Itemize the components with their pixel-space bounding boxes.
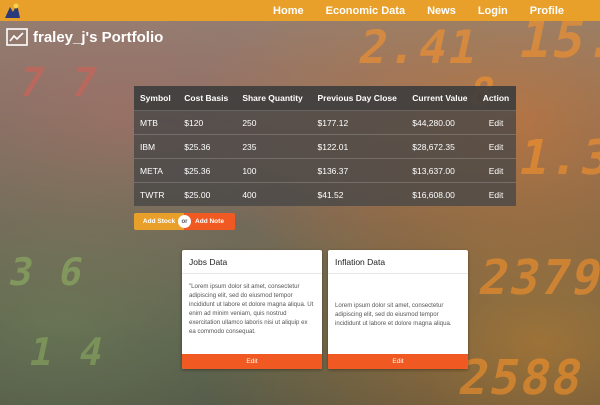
cell-previous-close: $41.52 xyxy=(311,182,407,206)
nav-home[interactable]: Home xyxy=(262,5,315,17)
table-row: TWTR $25.00 400 $41.52 $16,608.00 Edit xyxy=(134,182,516,206)
col-current-value: Current Value xyxy=(406,86,477,111)
cell-symbol: META xyxy=(134,158,179,183)
edit-link[interactable]: Edit xyxy=(476,134,516,159)
jobs-data-card: Jobs Data "Lorem ipsum dolor sit amet, c… xyxy=(182,250,322,369)
cell-previous-close: $122.01 xyxy=(311,134,407,159)
add-note-button[interactable]: Add Note xyxy=(184,213,235,230)
cell-current-value: $13,637.00 xyxy=(406,158,477,183)
inflation-data-card: Inflation Data Lorem ipsum dolor sit ame… xyxy=(328,250,468,369)
page-title: fraley_j's Portfolio xyxy=(33,28,164,46)
cell-share-quantity: 250 xyxy=(236,110,312,135)
logo-icon[interactable] xyxy=(2,1,22,20)
cell-symbol: IBM xyxy=(134,134,179,159)
edit-link[interactable]: Edit xyxy=(476,110,516,135)
cell-share-quantity: 100 xyxy=(236,158,312,183)
cell-cost-basis: $25.36 xyxy=(178,158,237,183)
table-row: META $25.36 100 $136.37 $13,637.00 Edit xyxy=(134,158,516,183)
col-share-quantity: Share Quantity xyxy=(236,86,312,111)
table-row: IBM $25.36 235 $122.01 $28,672.35 Edit xyxy=(134,134,516,159)
cell-cost-basis: $120 xyxy=(178,110,237,135)
card-body: Lorem ipsum dolor sit amet, consectetur … xyxy=(335,302,452,327)
cell-current-value: $28,672.35 xyxy=(406,134,477,159)
cell-current-value: $16,608.00 xyxy=(406,182,477,206)
nav-profile[interactable]: Profile xyxy=(519,5,600,17)
nav-login[interactable]: Login xyxy=(467,5,519,17)
col-symbol: Symbol xyxy=(134,86,179,111)
top-nav-bar: Home Economic Data News Login Profile xyxy=(0,0,600,21)
nav-news[interactable]: News xyxy=(416,5,467,17)
nav-economic-data[interactable]: Economic Data xyxy=(315,5,416,17)
table-row: MTB $120 250 $177.12 $44,280.00 Edit xyxy=(134,110,516,135)
cell-share-quantity: 400 xyxy=(236,182,312,206)
cell-symbol: MTB xyxy=(134,110,179,135)
card-body: "Lorem ipsum dolor sit amet, consectetur… xyxy=(189,283,314,335)
cell-previous-close: $136.37 xyxy=(311,158,407,183)
table-header-row: Symbol Cost Basis Share Quantity Previou… xyxy=(134,86,516,111)
col-action: Action xyxy=(476,86,516,111)
page-header: fraley_j's Portfolio xyxy=(6,28,163,46)
edit-link[interactable]: Edit xyxy=(476,182,516,206)
add-stock-button[interactable]: Add Stock xyxy=(134,213,184,230)
portfolio-table: Symbol Cost Basis Share Quantity Previou… xyxy=(134,86,516,206)
line-chart-icon xyxy=(6,28,28,46)
or-separator: or xyxy=(178,215,191,228)
inflation-edit-button[interactable]: Edit xyxy=(328,354,468,369)
card-title: Inflation Data xyxy=(335,257,386,267)
cell-cost-basis: $25.00 xyxy=(178,182,237,206)
add-actions: Add Stock Add Note or xyxy=(134,213,235,230)
cell-previous-close: $177.12 xyxy=(311,110,407,135)
cell-symbol: TWTR xyxy=(134,182,179,206)
col-previous-day-close: Previous Day Close xyxy=(311,86,407,111)
col-cost-basis: Cost Basis xyxy=(178,86,237,111)
edit-link[interactable]: Edit xyxy=(476,158,516,183)
cell-share-quantity: 235 xyxy=(236,134,312,159)
cell-cost-basis: $25.36 xyxy=(178,134,237,159)
jobs-edit-button[interactable]: Edit xyxy=(182,354,322,369)
main-nav: Home Economic Data News Login Profile xyxy=(262,0,600,21)
cell-current-value: $44,280.00 xyxy=(406,110,477,135)
card-title: Jobs Data xyxy=(189,257,228,267)
